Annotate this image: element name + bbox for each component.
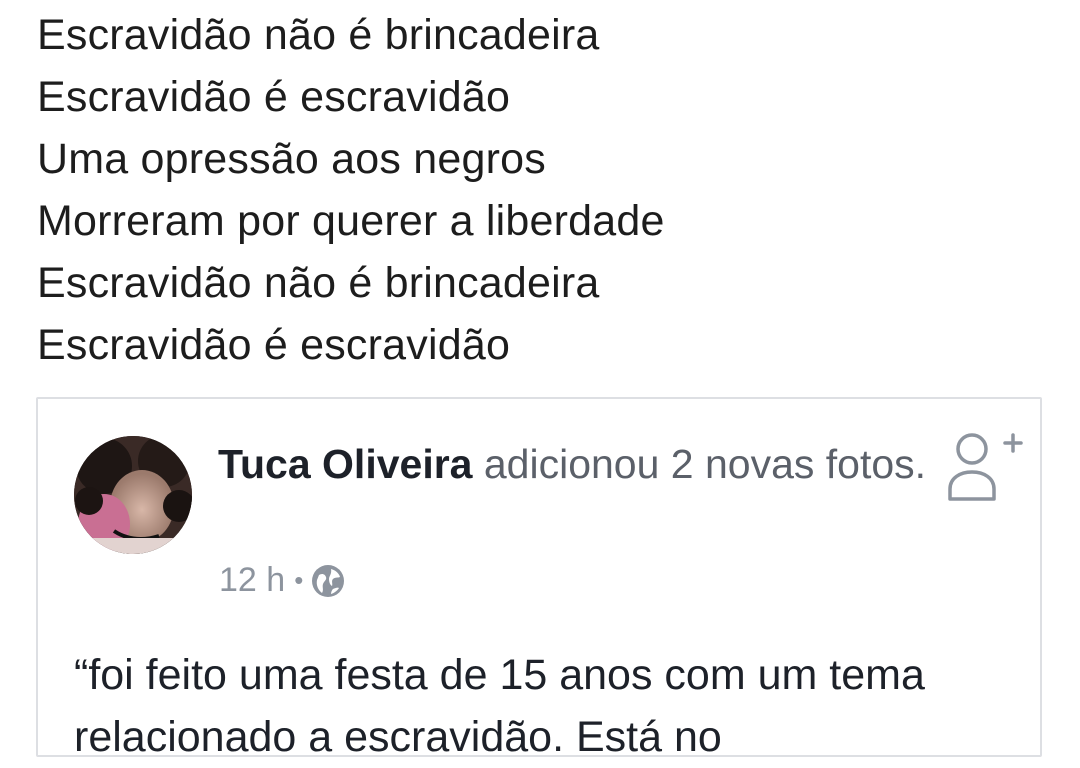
post-action-text: adicionou 2 novas fotos. [483, 441, 927, 487]
add-friend-icon [948, 433, 1023, 501]
poem-line: Morreram por querer a liberdade [37, 197, 665, 245]
poem-line: Escravidão não é brincadeira [37, 11, 600, 59]
author-name[interactable]: Tuca Oliveira [218, 441, 472, 487]
post-headline: Tuca Oliveira adicionou 2 novas fotos. [218, 435, 938, 493]
poem-line: Escravidão é escravidão [37, 73, 511, 121]
avatar[interactable] [74, 436, 192, 554]
poem-line: Escravidão é escravidão [37, 321, 511, 369]
post-meta: 12 h • [219, 561, 345, 600]
post-timestamp[interactable]: 12 h [219, 561, 285, 600]
shared-post-card[interactable]: Tuca Oliveira adicionou 2 novas fotos. 1… [36, 397, 1042, 761]
shared-post-text: “foi feito uma festa de 15 anos com um t… [74, 651, 925, 761]
poem-text: Escravidão não é brincadeira Escravidão … [37, 4, 665, 376]
poem-line: Uma opressão aos negros [37, 135, 546, 183]
poem-line: Escravidão não é brincadeira [37, 259, 600, 307]
meta-separator: • [294, 565, 304, 595]
globe-icon[interactable] [311, 564, 345, 598]
add-friend-button[interactable] [942, 429, 1024, 503]
